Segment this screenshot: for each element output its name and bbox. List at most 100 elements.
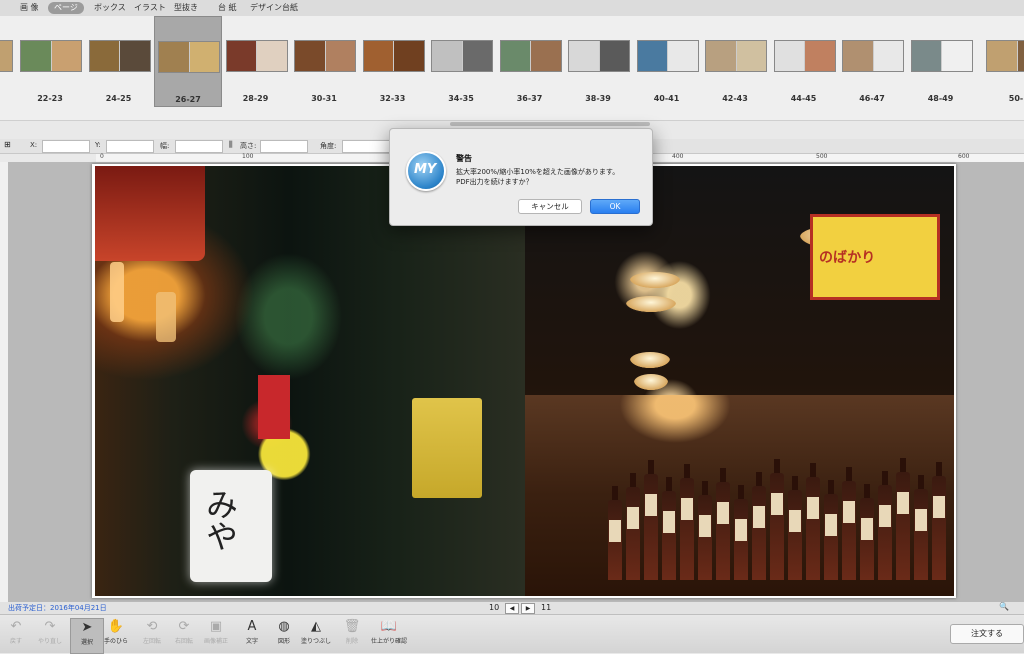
photo-bottle	[698, 481, 712, 580]
rotate-left-icon: ⟲	[146, 619, 158, 634]
tool-label: 塗りつぶし	[300, 638, 332, 645]
dialog-question: PDF出力を続けますか？	[456, 178, 533, 186]
tool-rotate-right[interactable]: ⟳ 右回転	[168, 618, 200, 652]
angle-field[interactable]	[342, 140, 390, 153]
order-button[interactable]: 注文する	[950, 624, 1024, 644]
spread-thumbnail-image	[636, 40, 699, 72]
tool-label: 戻す	[9, 638, 22, 645]
board-text: のばかり	[819, 250, 876, 266]
width-label: 幅:	[160, 142, 170, 150]
spread-thumbnail-image	[773, 40, 836, 72]
photo-bottle	[896, 458, 910, 580]
tool-label: 削除	[345, 638, 358, 645]
photo-bottle	[878, 471, 892, 580]
spread-thumb-50-[interactable]: 50-	[983, 16, 1024, 104]
right-page-number: 11	[541, 603, 552, 612]
tool-image-adjust[interactable]: ▣ 画像補正	[200, 618, 232, 652]
status-bar: 出荷予定日：2016年04月21日 10 ◀ ▶ 11 🔍	[0, 602, 1024, 614]
spread-label: 46-47	[859, 94, 885, 103]
fill-icon: ◭	[311, 619, 321, 634]
photo-pendant-lamp	[634, 374, 668, 390]
bottom-toolbar: 注文する ↶ 戻す ↷ やり直し ➤ 選択 ✋ 手のひら ⟲ 左回転 ⟳ 右回転 ▣ 画像補正 A 文字 ◍ 図形…	[0, 614, 1024, 654]
cancel-button[interactable]: キャンセル	[518, 199, 582, 214]
spread-thumb-34-35[interactable]: 34-35	[428, 16, 494, 104]
tab-0[interactable]: 画 像	[14, 2, 45, 14]
spread-thumb-44-45[interactable]: 44-45	[771, 16, 837, 104]
spread-thumb-32-33[interactable]: 32-33	[360, 16, 426, 104]
spread-thumb-36-37[interactable]: 36-37	[497, 16, 563, 104]
spread-label: 36-37	[516, 94, 543, 103]
tool-shape[interactable]: ◍ 図形	[268, 618, 300, 652]
strip-scrollbar[interactable]	[450, 122, 650, 126]
tool-undo[interactable]: ↶ 戻す	[0, 618, 32, 652]
height-field[interactable]	[260, 140, 308, 153]
tool-book-preview[interactable]: 📖 仕上がり確認	[370, 618, 408, 652]
tool-rotate-left[interactable]: ⟲ 左回転	[136, 618, 168, 652]
spread-thumb-48-49[interactable]: 48-49	[908, 16, 974, 104]
shape-icon: ◍	[278, 619, 290, 634]
spread-thumb-42-43[interactable]: 42-43	[702, 16, 768, 104]
next-page-button[interactable]: ▶	[521, 603, 535, 614]
spread-thumbnail-image	[294, 40, 356, 72]
pointer-icon: ➤	[81, 620, 93, 635]
width-field[interactable]	[175, 140, 223, 153]
left-page-number: 10	[489, 603, 500, 612]
photo-lantern	[156, 292, 176, 342]
tab-1[interactable]: ページ	[48, 2, 84, 14]
ship-date: 出荷予定日：2016年04月21日	[8, 604, 107, 612]
tool-trash[interactable]: 🗑 削除	[336, 618, 368, 652]
tab-6[interactable]: デザイン台紙	[244, 2, 304, 14]
ruler-tick: 600	[958, 153, 970, 160]
photo-bottle	[914, 475, 928, 580]
tab-2[interactable]: ボックス	[88, 2, 132, 14]
hand-icon: ✋	[107, 619, 125, 634]
spread-thumb-28-29[interactable]: 28-29	[223, 16, 289, 104]
spread-thumbnail-strip[interactable]: 22-23 24-25 26-27 28-29 30-31 32-33 34-35 36-37…	[0, 16, 1024, 121]
spread-thumb-22-23[interactable]: 22-23	[17, 16, 83, 104]
photo-bottle	[932, 462, 946, 580]
rotate-right-icon: ⟳	[178, 619, 190, 634]
spread-thumb-38-39[interactable]: 38-39	[565, 16, 631, 104]
anchor-icon[interactable]: ⊞	[4, 140, 11, 149]
zoom-icon[interactable]: 🔍	[999, 602, 1009, 611]
prev-page-button[interactable]: ◀	[505, 603, 519, 614]
photo-bottle	[752, 472, 766, 580]
tool-redo[interactable]: ↷ やり直し	[34, 618, 66, 652]
photo-bottle	[788, 476, 802, 580]
dialog-title: 警告	[456, 154, 472, 163]
tool-pointer[interactable]: ➤ 選択	[70, 618, 104, 654]
spread-thumb-40-41[interactable]: 40-41	[634, 16, 700, 104]
tab-4[interactable]: 型抜き	[168, 2, 204, 14]
photo-lantern	[110, 262, 124, 322]
redo-icon: ↷	[44, 619, 56, 634]
photo-bottle	[716, 468, 730, 580]
tool-label: 仕上がり確認	[370, 638, 407, 645]
spread-thumb-24-25[interactable]: 24-25	[86, 16, 152, 104]
photo-yellow-board: のばかり	[810, 214, 940, 300]
spread-label: 34-35	[448, 94, 474, 103]
spread-thumbnail-image	[910, 40, 973, 72]
tab-3[interactable]: イラスト	[128, 2, 172, 14]
ok-button[interactable]: OK	[590, 199, 640, 214]
top-tab-bar: 画 像ページ ボックス イラスト 型抜き台 紙デザイン台紙	[0, 0, 1024, 17]
link-icon[interactable]: ⫼	[229, 140, 233, 150]
height-label: 高さ:	[240, 142, 257, 150]
undo-icon: ↶	[10, 619, 22, 634]
tool-hand[interactable]: ✋ 手のひら	[100, 618, 132, 652]
spread-thumbnail-image	[88, 40, 151, 72]
x-field[interactable]	[42, 140, 90, 153]
tool-text[interactable]: A 文字	[236, 618, 268, 652]
spread-thumb-30-31[interactable]: 30-31	[291, 16, 357, 104]
spread-thumb-46-47[interactable]: 46-47	[839, 16, 905, 104]
y-field[interactable]	[106, 140, 154, 153]
spread-partial-thumbnail[interactable]	[0, 16, 14, 104]
spread-thumb-26-27[interactable]: 26-27	[154, 16, 222, 107]
text-icon: A	[247, 619, 257, 634]
spread-label: 28-29	[242, 94, 269, 103]
spread-thumbnail-image	[362, 40, 425, 72]
photo-white-sign: みや	[190, 470, 272, 582]
ruler-tick: 400	[672, 153, 684, 160]
tab-5[interactable]: 台 紙	[212, 2, 243, 14]
tool-fill[interactable]: ◭ 塗りつぶし	[300, 618, 332, 652]
tool-label: 図形	[277, 638, 290, 645]
